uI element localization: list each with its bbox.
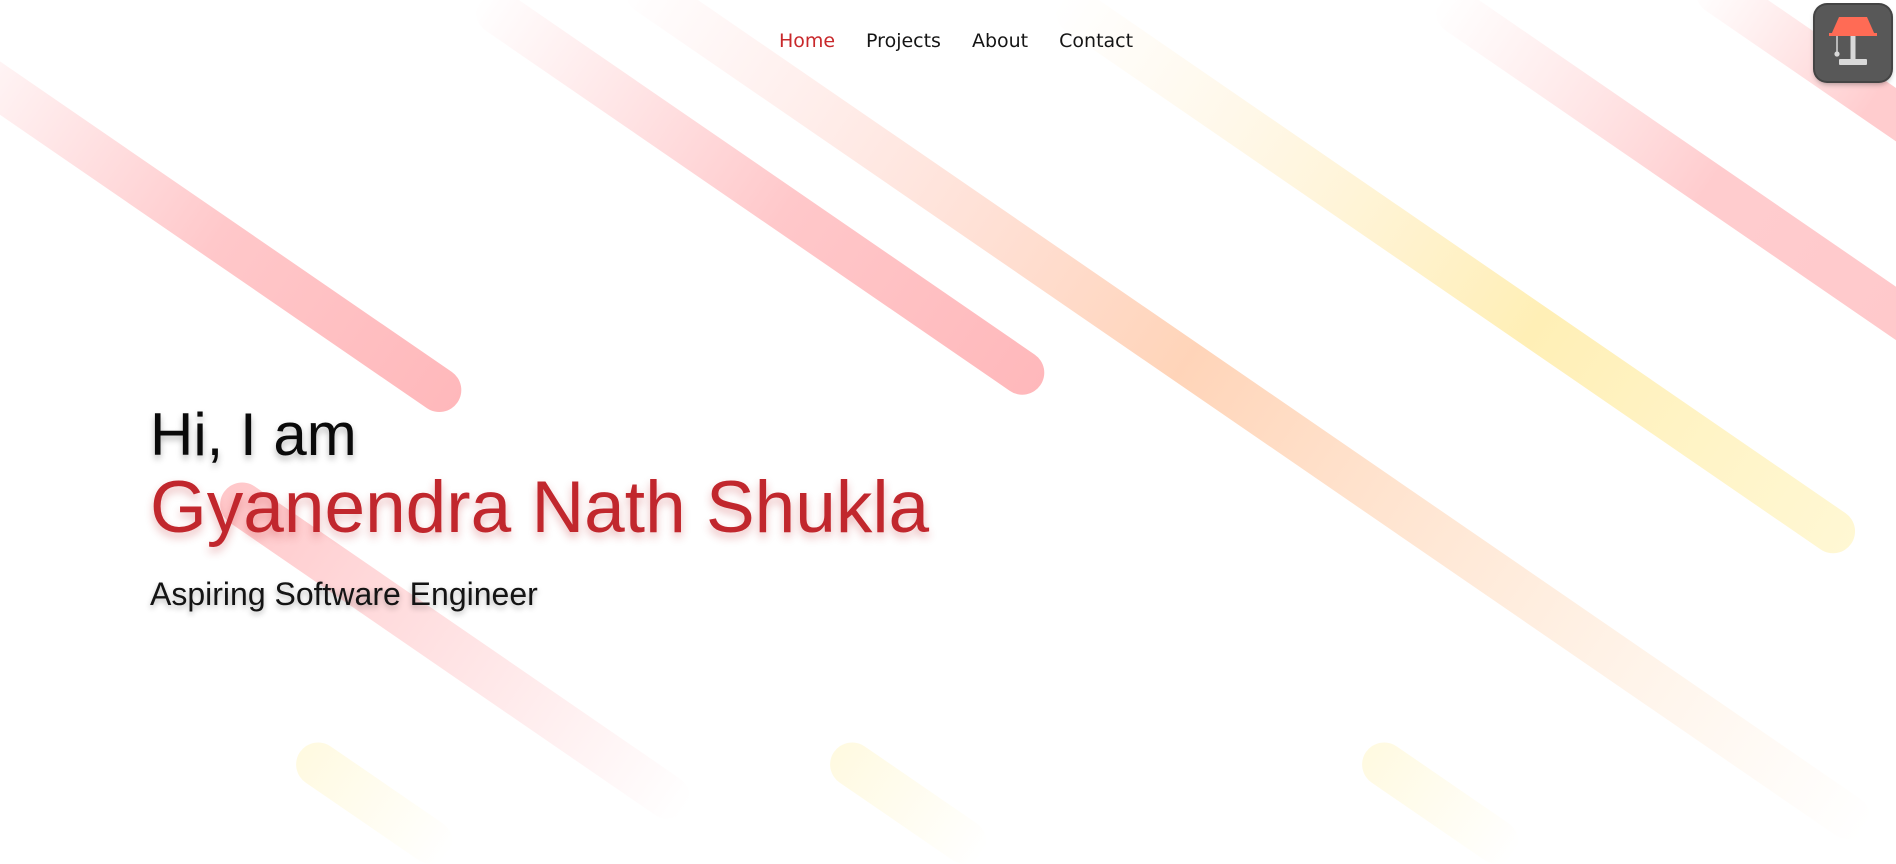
page: Home Projects About Contact Hi, I am Gya… bbox=[0, 0, 1896, 864]
stripe bbox=[1888, 734, 1896, 838]
hero-role: Aspiring Software Engineer bbox=[150, 576, 538, 612]
stripe bbox=[0, 322, 7, 472]
nav-contact-link[interactable]: Contact bbox=[1059, 30, 1133, 52]
hero-section: Hi, I am Gyanendra Nath Shukla Aspiring … bbox=[150, 401, 930, 612]
hero-greeting: Hi, I am bbox=[150, 401, 357, 468]
nav-projects-link[interactable]: Projects bbox=[866, 30, 941, 52]
hero-name: Gyanendra Nath Shukla bbox=[150, 467, 930, 548]
nav-home-link[interactable]: Home bbox=[779, 30, 835, 52]
stripe bbox=[296, 742, 453, 864]
stripe bbox=[0, 30, 462, 413]
theme-toggle-button[interactable] bbox=[1815, 5, 1891, 81]
main-nav: Home Projects About Contact bbox=[0, 30, 1896, 52]
lamp-icon bbox=[1829, 17, 1877, 65]
stripe bbox=[1056, 0, 1856, 554]
stripe bbox=[1362, 742, 1519, 864]
stripe bbox=[830, 742, 987, 864]
nav-about-link[interactable]: About bbox=[972, 30, 1028, 52]
